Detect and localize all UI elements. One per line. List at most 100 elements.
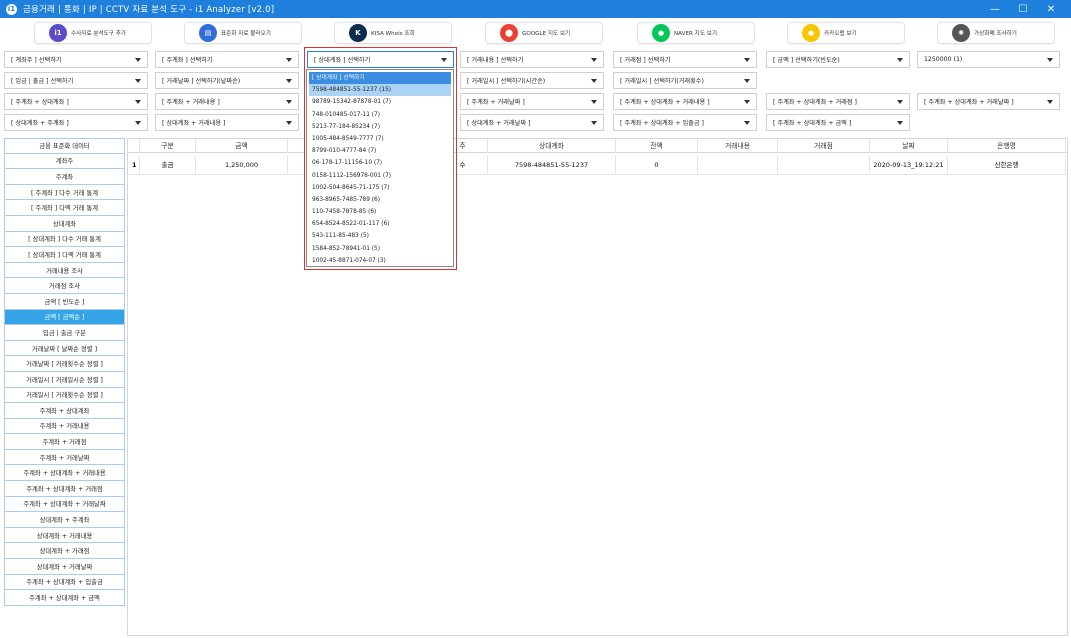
nav-item[interactable]: 상대계좌 + 거래날짜 (4, 559, 125, 575)
chevron-down-icon (135, 58, 141, 62)
chevron-down-icon (897, 100, 903, 104)
nav-item[interactable]: 거래날짜 [ 날짜순 정렬 ] (4, 340, 125, 357)
column-header[interactable]: 상대계좌 (488, 139, 616, 153)
dropdown-option[interactable]: 7598-484851-55-1237 (15) (309, 84, 451, 97)
chevron-down-icon (135, 121, 141, 125)
nav-item[interactable]: 금액 [ 빈도순 ] (4, 293, 125, 310)
maximize-button[interactable]: ☐ (1009, 4, 1037, 15)
filter-combo-row2-3[interactable]: [ 거래일시 ] 선택하기(거래횟수) (613, 72, 757, 89)
chevron-down-icon (744, 100, 750, 104)
table-cell: 1,250,000 (196, 155, 288, 175)
filter-combo-row4-2[interactable]: [ 상대계좌 + 거래날짜 ] (460, 114, 604, 131)
minimize-button[interactable]: — (981, 4, 1009, 15)
filter-combo-row1-5[interactable]: [ 금액 ] 선택하기(빈도순) (766, 51, 910, 68)
filter-combo-value: [ 상대계좌 + 거래내용 ] (162, 120, 226, 127)
nav-item[interactable]: [ 상대계좌 ] 다수 거래 통계 (4, 231, 125, 248)
filter-combo-row3-4[interactable]: [ 주계좌 + 상대계좌 + 거래점 ] (766, 93, 910, 110)
nav-item[interactable]: 금융 표준화 데이터 (4, 138, 125, 154)
filter-combo-row4-3[interactable]: [ 주계좌 + 상대계좌 + 입출금 ] (613, 114, 757, 131)
filter-combo-row2-0[interactable]: [ 입금 | 출금 ] 선택하기 (4, 72, 148, 89)
nav-item[interactable]: 금액 [ 금액순 ] (4, 309, 125, 326)
toolbar-button-6[interactable]: ✺ 가상화폐 조사하기 (937, 22, 1055, 44)
data-grid: 구분 금액 주 상대계좌 잔액 거래내용 거래점 날짜 은행명 1 출금 1,250,000 수 759… (127, 138, 1068, 636)
dropdown-option[interactable]: 543-111-85-483 (5) (309, 230, 451, 242)
dropdown-option[interactable]: 98789-15342-87878-01 (7) (309, 96, 451, 108)
dropdown-option[interactable]: 1005-484-8549-7777 (7) (309, 133, 451, 145)
toolbar-button-1[interactable]: ▤ 표준화 자료 불러오기 (184, 22, 302, 44)
toolbar-button-3[interactable]: ⬤ GOOGLE 지도 보기 (485, 22, 603, 44)
nav-item[interactable]: 거래일시 [ 거래일시순 정렬 ] (4, 371, 125, 388)
nav-item[interactable]: 주계좌 + 거래내용 (4, 418, 125, 435)
nav-item[interactable]: [ 주계좌 ] 다액 거래 통계 (4, 200, 125, 216)
crypto-icon: ✺ (952, 24, 970, 42)
filter-combo-row3-2[interactable]: [ 주계좌 + 거래날짜 ] (460, 93, 604, 110)
column-header[interactable]: 잔액 (616, 139, 698, 153)
nav-item[interactable]: [ 상대계좌 ] 다액 거래 통계 (4, 247, 125, 263)
dropdown-option[interactable]: 0158-1112-156978-001 (7) (309, 170, 451, 182)
nav-item[interactable]: 주계좌 + 상대계좌 + 입출금 (4, 574, 125, 591)
dropdown-option[interactable]: 8799-010-4777-84 (7) (309, 145, 451, 157)
nav-item[interactable]: 주계좌 + 상대계좌 (4, 403, 125, 419)
nav-item[interactable]: 주계좌 + 상대계좌 + 거래날짜 (4, 496, 125, 513)
nav-item[interactable]: 주계좌 + 상대계좌 + 금액 (4, 590, 125, 606)
dropdown-option[interactable]: 1584-852-78941-01 (5) (309, 243, 451, 255)
filter-combo-row4-1[interactable]: [ 상대계좌 + 거래내용 ] (155, 114, 299, 131)
toolbar-button-5[interactable]: ● 카카오맵 보기 (787, 22, 905, 44)
close-button[interactable]: ✕ (1037, 4, 1065, 15)
nav-item[interactable]: 상대계좌 + 거래점 (4, 543, 125, 560)
column-header[interactable]: 거래내용 (698, 139, 778, 153)
table-row[interactable]: 1 출금 1,250,000 수 7598-484851-55-1237 0 2020-09… (128, 155, 1067, 175)
filter-combo-row4-4[interactable]: [ 주계좌 + 상대계좌 + 금액 ] (766, 114, 910, 131)
column-header[interactable]: 거래점 (778, 139, 870, 153)
nav-item[interactable]: 거래일시 [ 거래횟수순 정렬 ] (4, 387, 125, 404)
filter-combo-row2-2[interactable]: [ 거래일시 ] 선택하기(시간순) (460, 72, 604, 89)
nav-item[interactable]: 주계좌 + 상대계좌 + 거래내용 (4, 465, 125, 482)
dropdown-option[interactable]: [ 상대계좌 ] 선택하기 (309, 72, 451, 85)
dropdown-option[interactable]: 1002-45-8871-074-07 (3) (309, 255, 451, 267)
dropdown-option[interactable]: 1002-504-8645-71-175 (7) (309, 182, 451, 194)
filter-combo-row2-1[interactable]: [ 거래날짜 ] 선택하기(날짜순) (155, 72, 299, 89)
toolbar-button-4[interactable]: ● NAVER 지도 보기 (637, 22, 755, 44)
filter-combo-row1-3[interactable]: [ 거래내용 ] 선택하기 (460, 51, 604, 68)
toolbar-button-label: KISA Whois 조회 (371, 31, 415, 37)
filter-combo-row1-2[interactable]: [ 상대계좌 ] 선택하기 (307, 51, 454, 68)
column-header[interactable]: 금액 (196, 139, 288, 153)
nav-item[interactable]: [ 주계좌 ] 다수 거래 통계 (4, 184, 125, 201)
nav-item[interactable]: 거래점 조사 (4, 278, 125, 294)
filter-combo-row1-1[interactable]: [ 주계좌 ] 선택하기 (155, 51, 299, 68)
column-header[interactable]: 은행명 (948, 139, 1066, 153)
dropdown-option[interactable]: 654-8524-8522-01-117 (6) (309, 218, 451, 230)
filter-combo-row3-0[interactable]: [ 주계좌 + 상대계좌 ] (4, 93, 148, 110)
dropdown-option[interactable]: 963-8965-7485-789 (6) (309, 194, 451, 206)
filter-combo-row3-3[interactable]: [ 주계좌 + 상대계좌 + 거래내용 ] (613, 93, 757, 110)
toolbar-button-2[interactable]: K KISA Whois 조회 (334, 22, 452, 44)
filter-combo-value: [ 주계좌 + 상대계좌 + 거래날짜 ] (924, 99, 1014, 106)
nav-item[interactable]: 상대계좌 + 주계좌 (4, 512, 125, 528)
nav-item[interactable]: 계좌주 (4, 153, 125, 170)
nav-item[interactable]: 입금 | 출금 구분 (4, 325, 125, 341)
nav-item[interactable]: 주계좌 + 거래점 (4, 434, 125, 450)
filter-combo-row1-6[interactable]: 1250000 (1) (917, 51, 1060, 68)
nav-item[interactable]: 상대계좌 + 거래내용 (4, 527, 125, 544)
nav-item[interactable]: 주계좌 + 상대계좌 + 거래점 (4, 481, 125, 497)
filter-combo-row4-0[interactable]: [ 상대계좌 + 주계좌 ] (4, 114, 148, 131)
filter-combo-value: [ 거래점 ] 선택하기 (620, 57, 671, 64)
filter-combo-row3-5[interactable]: [ 주계좌 + 상대계좌 + 거래날짜 ] (917, 93, 1060, 110)
dropdown-option[interactable]: 748-010485-017-11 (7) (309, 109, 451, 121)
filter-combo-row1-4[interactable]: [ 거래점 ] 선택하기 (613, 51, 757, 68)
dropdown-option[interactable]: 06-178-17-11156-10 (7) (309, 157, 451, 169)
column-header[interactable]: 날짜 (870, 139, 948, 153)
toolbar-button-0[interactable]: i1 수사자료 분석도구 추가 (34, 22, 152, 44)
nav-item[interactable]: 주계좌 (4, 169, 125, 185)
filter-combo-row1-0[interactable]: [ 계좌주 ] 선택하기 (4, 51, 148, 68)
nav-item[interactable]: 거래날짜 [ 거래횟수순 정렬 ] (4, 356, 125, 372)
filter-combo-row3-1[interactable]: [ 주계좌 + 거래내용 ] (155, 93, 299, 110)
nav-item[interactable]: 거래내용 조사 (4, 262, 125, 279)
dropdown-option[interactable]: 5213-77-184-85234 (7) (309, 121, 451, 133)
chevron-down-icon (286, 79, 292, 83)
nav-item[interactable]: 주계좌 + 거래날짜 (4, 449, 125, 466)
column-header[interactable]: 구분 (140, 139, 196, 153)
nav-item[interactable]: 상대계좌 (4, 215, 125, 232)
column-header[interactable] (128, 139, 140, 153)
dropdown-option[interactable]: 110-7458-7878-85 (6) (309, 206, 451, 218)
